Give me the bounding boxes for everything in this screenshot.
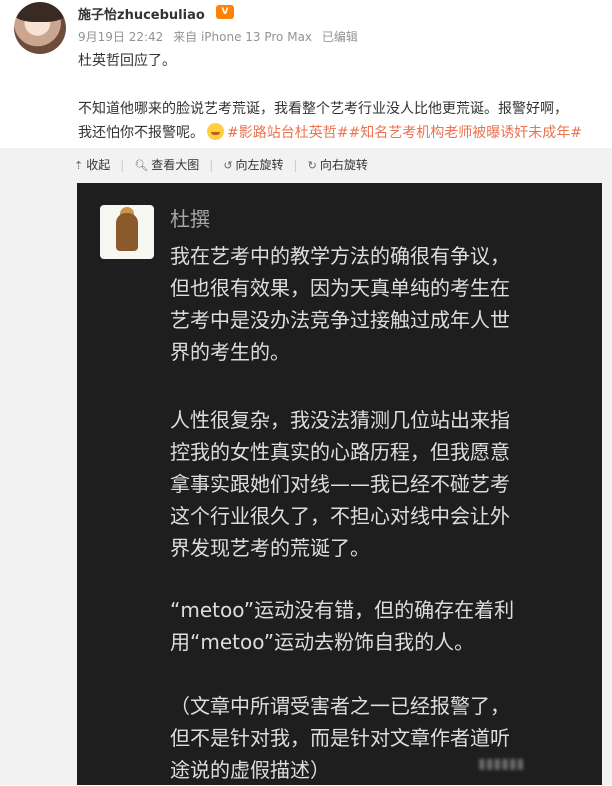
rotate-left-icon: ↺ (223, 159, 233, 172)
divider: | (209, 158, 214, 172)
post-source: 来自 iPhone 13 Pro Max (173, 30, 313, 44)
chat-text-line: 我在艺考中的教学方法的确很有争议， (170, 244, 510, 268)
post-text-line3: 我还怕你不报警呢。 #影路站台杜英哲##知名艺考机构老师被曝诱奸未成年# (78, 122, 582, 142)
hashtag-link[interactable]: #影路站台杜英哲# (227, 125, 348, 141)
post-text-line3-text: 我还怕你不报警呢。 (78, 125, 204, 141)
chat-text-line: 拿事实跟她们对线——我已经不碰艺考 (170, 472, 510, 496)
post-text-line2: 不知道他哪来的脸说艺考荒诞，我看整个艺考行业没人比他更荒诞。报警好啊， (78, 101, 568, 117)
hashtag-link[interactable]: #知名艺考机构老师被曝诱奸未成年# (348, 125, 581, 141)
divider: | (293, 158, 298, 172)
user-avatar[interactable] (14, 2, 66, 54)
post-date[interactable]: 9月19日 22:42 (78, 30, 163, 44)
edited-label[interactable]: 已编辑 (322, 30, 358, 44)
chat-text-line: 人性很复杂，我没法猜测几位站出来指 (170, 408, 510, 432)
magnifier-icon: 🔍︎ (134, 159, 149, 172)
username[interactable]: 施子怡zhucebuliao (78, 4, 205, 23)
smile-emoji-icon (207, 123, 224, 140)
chat-text-line: 界发现艺考的荒诞了。 (170, 536, 370, 560)
chat-text-line: （文章中所谓受害者之一已经报警了， (170, 694, 510, 718)
chat-text-line: 用“metoo”运动去粉饰自我的人。 (170, 630, 475, 654)
watermark: ▮▮▮▮▮▮ (478, 756, 525, 772)
collapse-label: 收起 (86, 158, 111, 172)
chat-avatar (100, 205, 154, 259)
chat-text-line: 这个行业很久了，不担心对线中会让外 (170, 504, 510, 528)
post-text-line1: 杜英哲回应了。 (78, 53, 176, 69)
rotate-left-label: 向左旋转 (235, 158, 284, 172)
divider: | (120, 158, 125, 172)
chat-text-line: 但也很有效果，因为天真单纯的考生在 (170, 276, 510, 300)
vip-badge-icon: V (216, 5, 234, 19)
view-large-label: 查看大图 (151, 158, 200, 172)
post-header: 施子怡zhucebuliao V 9月19日 22:42 来自 iPhone 1… (0, 0, 612, 148)
chat-text-line: 界的考生的。 (170, 340, 290, 364)
chat-text-line: 但不是针对我，而是针对文章作者道听 (170, 726, 510, 750)
rotate-left-button[interactable]: ↺ 向左旋转 (223, 156, 283, 173)
chat-text-line: 途说的虚假描述） (170, 758, 330, 782)
chat-sender-name: 杜撰 (170, 207, 210, 231)
view-large-button[interactable]: 🔍︎ 查看大图 (134, 156, 199, 173)
rotate-right-button[interactable]: ↻ 向右旋转 (308, 156, 368, 173)
image-toolbar: ⇡ 收起 | 🔍︎ 查看大图 | ↺ 向左旋转 | ↻ 向右旋转 (74, 156, 378, 176)
rotate-right-label: 向右旋转 (319, 158, 368, 172)
collapse-button[interactable]: ⇡ 收起 (74, 156, 110, 173)
chat-text-line: “metoo”运动没有错，但的确存在着利 (170, 598, 515, 622)
post-meta: 9月19日 22:42 来自 iPhone 13 Pro Max 已编辑 (78, 28, 364, 45)
arrow-up-icon: ⇡ (74, 159, 84, 172)
chat-text-line: 艺考中是没办法竞争过接触过成年人世 (170, 308, 510, 332)
chat-text-line: 控我的女性真实的心路历程，但我愿意 (170, 440, 510, 464)
rotate-right-icon: ↻ (307, 159, 317, 172)
